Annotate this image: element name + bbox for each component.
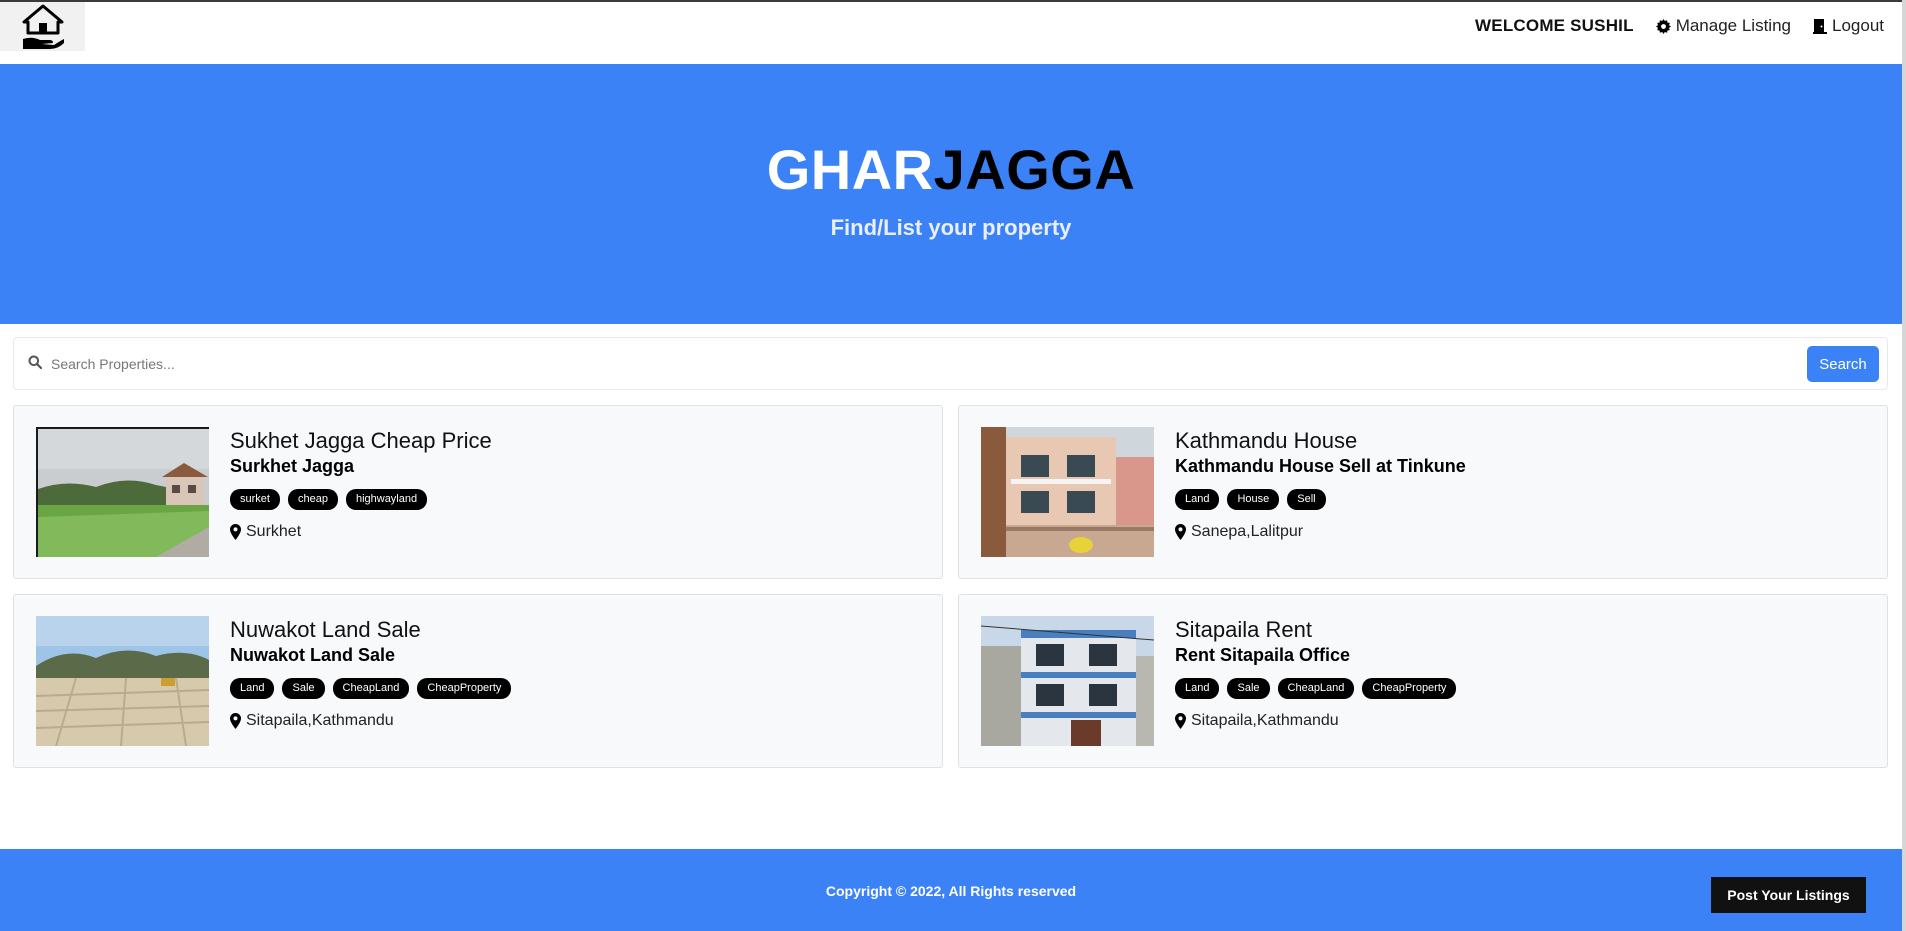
tag[interactable]: CheapProperty — [1362, 678, 1457, 700]
tag-list: surket cheap highwayland — [230, 489, 492, 511]
copyright-text: Copyright © 2022, All Rights reserved — [825, 883, 1077, 899]
tag[interactable]: Sell — [1287, 489, 1326, 511]
tag[interactable]: Land — [1175, 678, 1220, 700]
listing-image[interactable] — [981, 616, 1154, 746]
home-logo[interactable] — [0, 2, 85, 51]
listing-title[interactable]: Nuwakot Land Sale — [230, 617, 519, 642]
search-bar: Search — [13, 337, 1888, 390]
map-pin-icon — [1175, 524, 1186, 541]
logout-link[interactable]: Logout — [1813, 16, 1884, 36]
scrollbar-track[interactable] — [1902, 0, 1906, 931]
listing-body: Kathmandu House Kathmandu House Sell at … — [1175, 428, 1466, 541]
map-pin-icon — [1175, 713, 1186, 730]
search-input[interactable] — [49, 348, 1813, 380]
brand-title-part2: JAGGA — [933, 138, 1136, 201]
post-listings-button[interactable]: Post Your Listings — [1711, 877, 1866, 913]
tag[interactable]: House — [1227, 489, 1280, 511]
listing-subtitle: Nuwakot Land Sale — [230, 645, 396, 666]
location-text: Sitapaila,Kathmandu — [246, 712, 394, 730]
tag[interactable]: Sale — [1227, 678, 1270, 700]
location-text: Sanepa,Lalitpur — [1191, 523, 1304, 541]
tag-list: Land House Sell — [1175, 489, 1466, 511]
footer: Copyright © 2022, All Rights reserved Po… — [0, 849, 1902, 931]
listing-card[interactable]: Sukhet Jagga Cheap Price Surkhet Jagga s… — [13, 405, 943, 579]
door-exit-icon — [1813, 19, 1827, 34]
map-pin-icon — [230, 524, 241, 541]
navbar: WELCOME SUSHIL Manage Listing Logout — [0, 2, 1902, 64]
manage-listing-link[interactable]: Manage Listing — [1655, 16, 1791, 36]
listing-image[interactable] — [36, 616, 209, 746]
house-photo — [981, 427, 1154, 557]
listing-title[interactable]: Kathmandu House — [1175, 428, 1466, 453]
tag[interactable]: surket — [230, 489, 280, 511]
land-plot-photo — [36, 616, 209, 746]
listing-title[interactable]: Sitapaila Rent — [1175, 617, 1464, 642]
tag[interactable]: CheapLand — [1277, 678, 1355, 700]
listing-body: Sitapaila Rent Rent Sitapaila Office Lan… — [1175, 617, 1464, 730]
listing-location: Sanepa,Lalitpur — [1175, 523, 1466, 541]
map-pin-icon — [230, 713, 241, 730]
search-icon — [28, 355, 42, 369]
listing-image[interactable] — [981, 427, 1154, 557]
listing-body: Sukhet Jagga Cheap Price Surkhet Jagga s… — [230, 428, 492, 541]
listing-subtitle: Kathmandu House Sell at Tinkune — [1175, 456, 1466, 477]
nav-right: WELCOME SUSHIL Manage Listing Logout — [1475, 16, 1884, 36]
listing-card[interactable]: Sitapaila Rent Rent Sitapaila Office Lan… — [958, 594, 1888, 768]
listing-card[interactable]: Nuwakot Land Sale Nuwakot Land Sale Land… — [13, 594, 943, 768]
hero-banner: GHARJAGGA Find/List your property — [0, 64, 1902, 324]
tag[interactable]: CheapLand — [332, 678, 410, 700]
brand-title-part1: GHAR — [766, 138, 934, 201]
tag[interactable]: Land — [230, 678, 275, 700]
listing-card[interactable]: Kathmandu House Kathmandu House Sell at … — [958, 405, 1888, 579]
tag[interactable]: highwayland — [345, 489, 428, 511]
house-hand-icon — [22, 4, 64, 49]
office-building-photo — [981, 616, 1154, 746]
logout-label: Logout — [1832, 16, 1884, 35]
welcome-text: WELCOME SUSHIL — [1475, 16, 1634, 35]
listing-location: Surkhet — [230, 523, 492, 541]
tagline: Find/List your property — [830, 215, 1072, 240]
tag-list: Land Sale CheapLand CheapProperty — [230, 678, 519, 700]
gear-icon — [1655, 18, 1671, 34]
brand-title: GHARJAGGA — [0, 142, 1902, 198]
listing-title[interactable]: Sukhet Jagga Cheap Price — [230, 428, 492, 453]
listing-location: Sitapaila,Kathmandu — [1175, 712, 1464, 730]
tag[interactable]: Sale — [282, 678, 325, 700]
listing-location: Sitapaila,Kathmandu — [230, 712, 519, 730]
location-text: Surkhet — [246, 523, 302, 541]
listing-body: Nuwakot Land Sale Nuwakot Land Sale Land… — [230, 617, 519, 730]
tag[interactable]: Land — [1175, 489, 1220, 511]
search-button[interactable]: Search — [1807, 346, 1879, 382]
listing-image[interactable] — [36, 427, 209, 557]
location-text: Sitapaila,Kathmandu — [1191, 712, 1339, 730]
manage-listing-label: Manage Listing — [1675, 16, 1791, 35]
tag[interactable]: cheap — [287, 489, 338, 511]
tag-list: Land Sale CheapLand CheapProperty — [1175, 678, 1464, 700]
paddy-field-photo — [36, 427, 209, 557]
listing-subtitle: Surkhet Jagga — [230, 456, 355, 477]
listing-subtitle: Rent Sitapaila Office — [1175, 645, 1351, 666]
tag[interactable]: CheapProperty — [417, 678, 512, 700]
